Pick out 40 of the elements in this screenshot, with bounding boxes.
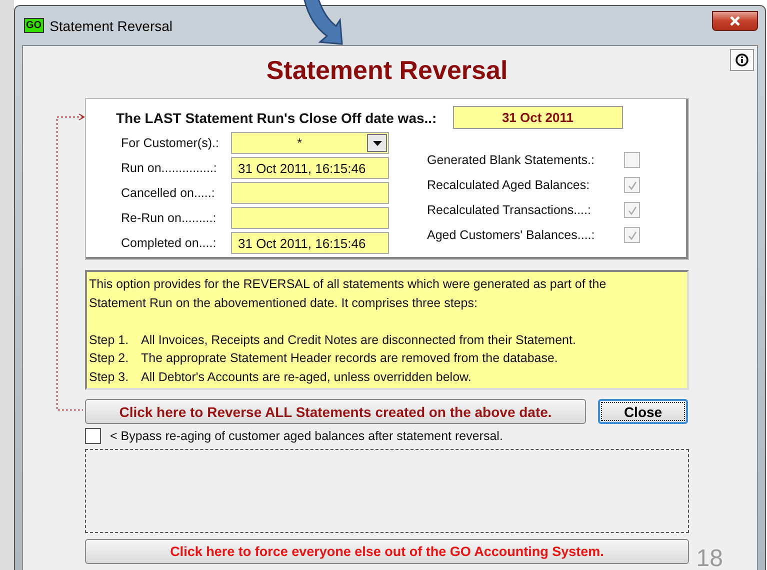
app-logo: GO — [24, 18, 44, 33]
close-off-date-field: 31 Oct 2011 — [452, 106, 623, 129]
check-icon — [626, 204, 638, 216]
date-label: Cancelled on.....: — [121, 186, 216, 200]
close-off-label: The LAST Statement Run's Close Off date was..: — [116, 110, 437, 126]
date-label: Re-Run on.........: — [121, 211, 218, 225]
window-title: Statement Reversal — [50, 18, 173, 34]
step-number: Step 3. — [89, 368, 130, 386]
info-button[interactable] — [730, 49, 754, 71]
date-label: Run on...............: — [121, 161, 218, 175]
slide-number: 18 — [696, 547, 723, 570]
bypass-label: < Bypass re-aging of customer aged balances after statement reversal. — [110, 429, 503, 443]
bypass-checkbox[interactable] — [85, 428, 101, 444]
step-text: All Invoices, Receipts and Credit Notes are disconnected from their Statement. — [141, 332, 576, 349]
check-icon — [626, 180, 638, 190]
step-text: The approprate Statement Header records are removed from the database. — [141, 350, 558, 367]
close-dialog-button[interactable]: Close — [598, 399, 688, 424]
flag-label: Generated Blank Statements.: — [427, 153, 594, 167]
customer-dropdown[interactable]: * — [231, 132, 389, 154]
date-label: Completed on....: — [121, 236, 218, 250]
date-field[interactable]: 31 Oct 2011, 16:15:46 — [231, 232, 389, 254]
close-button[interactable] — [712, 10, 758, 30]
flag-label: Aged Customers' Balances....: — [427, 228, 595, 242]
step-text: All Debtor's Accounts are re-aged, unless overridden below. — [141, 368, 472, 386]
date-field[interactable] — [231, 207, 389, 229]
dialog-heading: Statement Reversal — [265, 54, 509, 87]
check-icon — [626, 230, 638, 240]
description-text: This option provides for the REVERSAL of all statements which were generated as part of the Statement Run on the abovementioned date. It comprises three steps: — [89, 276, 608, 312]
step-number: Step 2. — [89, 350, 130, 367]
reverse-button[interactable]: Click here to Reverse ALL Statements created on the above date. — [85, 399, 586, 424]
flag-label: Recalculated Aged Balances: — [427, 178, 590, 192]
date-field[interactable] — [231, 182, 389, 204]
step-number: Step 1. — [89, 332, 130, 349]
force-out-button[interactable]: Click here to force everyone else out of the GO Accounting System. — [85, 539, 689, 564]
info-icon — [735, 53, 749, 67]
caret-icon — [372, 140, 382, 146]
flag-label: Recalculated Transactions....: — [427, 203, 591, 217]
close-icon — [729, 16, 741, 26]
date-field[interactable]: 31 Oct 2011, 16:15:46 — [231, 157, 389, 179]
customer-label: For Customer(s).: — [121, 136, 220, 150]
